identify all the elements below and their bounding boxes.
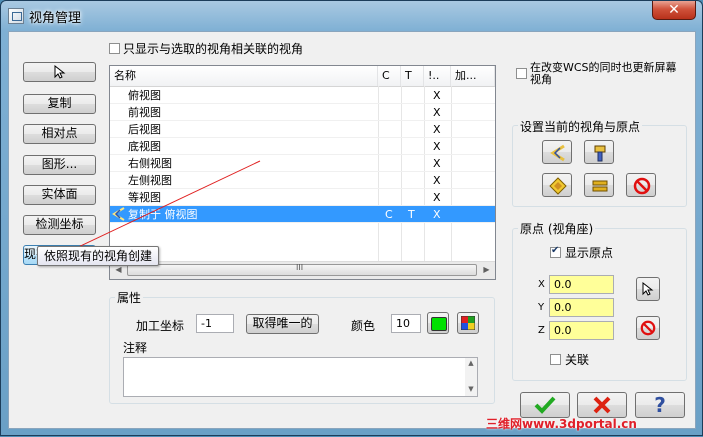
dialog-window: 视角管理 ✕ 复制 相对点 图形... 实体面 检测坐标 现有的视角创 只显示与… [0,0,703,436]
tooltip: 依照现有的视角创建 [37,246,160,266]
watermark-text: 三维网www.3dportal.cn [486,417,637,431]
annotation-arrow [45,160,261,263]
